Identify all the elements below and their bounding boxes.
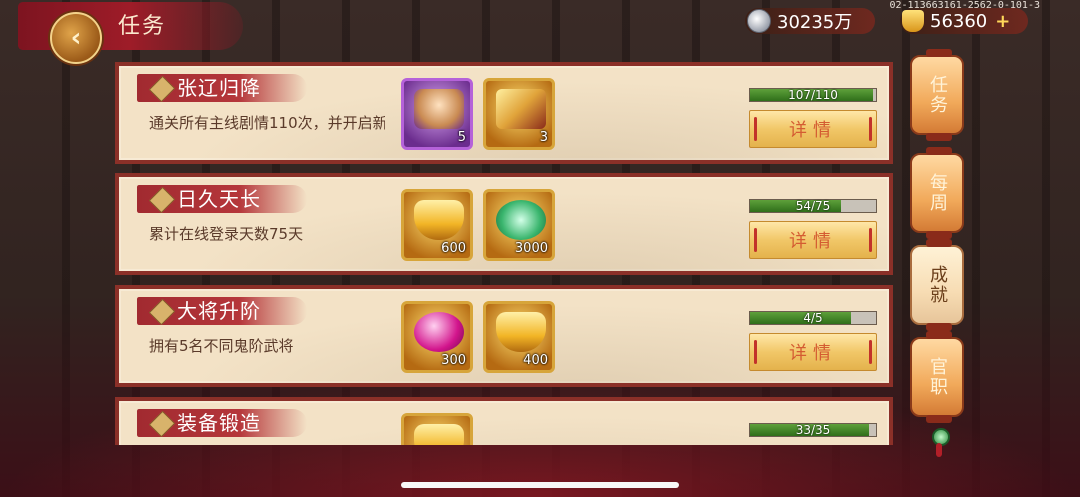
- task-progress-bar: 33/35: [749, 423, 877, 437]
- silver-coin-icon: [747, 9, 771, 33]
- lantern-cap-top: [926, 49, 952, 57]
- lantern-cap-top: [926, 331, 952, 339]
- progress-text: 33/35: [795, 423, 831, 437]
- silver-amount: 30235万: [777, 12, 853, 33]
- reward-count: 3000: [514, 241, 548, 256]
- task-card: 日久天长 累计在线登录天数75天 600 3000 54/75 详情: [115, 173, 893, 275]
- weapon-fragment-icon: [496, 89, 546, 129]
- pink-gem-icon: [414, 312, 464, 352]
- reward-count: 5: [457, 130, 466, 145]
- task-card: 大将升阶 拥有5名不同鬼阶武将 300 400 4/5 详情: [115, 285, 893, 387]
- gold-ingot-icon: [496, 312, 546, 352]
- page-title: 任务: [118, 14, 167, 39]
- task-name: 装备锻造: [177, 411, 261, 435]
- reward-item[interactable]: [401, 413, 473, 445]
- tab-achievements[interactable]: 成就: [910, 239, 964, 331]
- reward-item[interactable]: 3: [483, 78, 555, 150]
- gold-amount: 56360: [930, 10, 988, 32]
- reward-count: 3: [539, 130, 548, 145]
- task-progress-bar: 4/5: [749, 311, 877, 325]
- task-name: 大将升阶: [177, 299, 261, 323]
- tab-label: 官职: [927, 357, 948, 397]
- general-portrait-icon: [414, 89, 464, 129]
- tab-label: 成就: [927, 265, 948, 305]
- tassel-icon: [936, 443, 942, 457]
- jade-icon: [496, 200, 546, 240]
- add-gold-icon[interactable]: +: [995, 11, 1010, 32]
- back-button[interactable]: ‹: [50, 12, 102, 64]
- task-progress-bar: 107/110: [749, 88, 877, 102]
- task-description: 拥有5名不同鬼阶武将: [149, 337, 294, 355]
- progress-text: 4/5: [803, 311, 823, 325]
- detail-button[interactable]: 详情: [749, 221, 877, 259]
- task-progress-bar: 54/75: [749, 199, 877, 213]
- lantern-cap-bottom: [926, 133, 952, 141]
- reward-item[interactable]: 600: [401, 189, 473, 261]
- reward-item[interactable]: 400: [483, 301, 555, 373]
- reward-count: 600: [441, 241, 466, 256]
- gold-ingot-icon: [414, 424, 464, 445]
- tab-tasks[interactable]: 任务: [910, 49, 964, 141]
- debug-id: 02-113663161-2562-0-101-3: [889, 0, 1040, 11]
- gold-ingot-icon: [902, 10, 924, 32]
- silver-currency: 30235万: [745, 8, 875, 34]
- gold-currency[interactable]: 56360 +: [900, 8, 1028, 34]
- reward-item[interactable]: 5: [401, 78, 473, 150]
- reward-count: 400: [523, 353, 548, 368]
- lantern-cap-top: [926, 147, 952, 155]
- reward-item[interactable]: 3000: [483, 189, 555, 261]
- tab-label: 每周: [927, 173, 948, 213]
- detail-button[interactable]: 详情: [749, 110, 877, 148]
- progress-text: 54/75: [795, 199, 831, 213]
- task-card: 张辽归降 通关所有主线剧情110次，并开启新 5 3 107/110 详情: [115, 62, 893, 164]
- task-list[interactable]: 张辽归降 通关所有主线剧情110次，并开启新 5 3 107/110 详情 日久…: [115, 62, 893, 445]
- task-card: 装备锻造 33/35: [115, 397, 893, 445]
- lantern-cap-bottom: [926, 415, 952, 423]
- task-name: 日久天长: [177, 187, 261, 211]
- task-description: 累计在线登录天数75天: [149, 225, 304, 243]
- task-name: 张辽归降: [177, 76, 261, 100]
- top-bar: ‹ 任务 30235万 56360 + 02-113663161-2562-0-…: [0, 0, 1080, 64]
- task-description: 通关所有主线剧情110次，并开启新: [149, 114, 385, 132]
- reward-item[interactable]: 300: [401, 301, 473, 373]
- progress-text: 107/110: [788, 88, 838, 102]
- lantern-cap-bottom: [926, 323, 952, 331]
- tab-official-rank[interactable]: 官职: [910, 331, 964, 423]
- lantern-cap-top: [926, 239, 952, 247]
- tab-weekly[interactable]: 每周: [910, 147, 964, 239]
- gold-ingot-icon: [414, 200, 464, 240]
- reward-count: 300: [441, 353, 466, 368]
- back-arrow-icon: ‹: [70, 23, 82, 53]
- lantern-cap-bottom: [926, 231, 952, 239]
- tab-label: 任务: [927, 75, 948, 115]
- detail-button[interactable]: 详情: [749, 333, 877, 371]
- home-indicator[interactable]: [401, 482, 679, 488]
